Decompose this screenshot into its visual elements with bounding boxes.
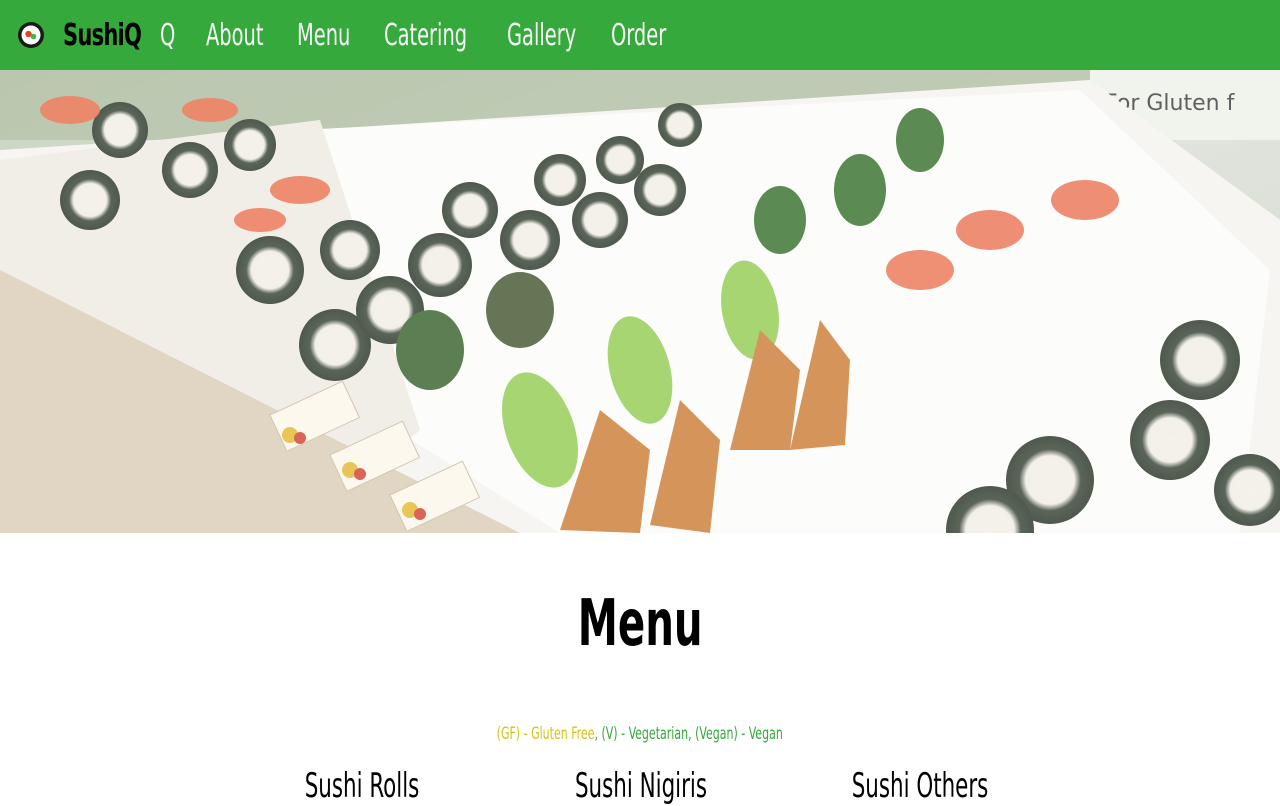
nav-item-menu[interactable]: Menu (297, 18, 350, 53)
nav-item-about[interactable]: About (206, 18, 263, 53)
dietary-legend: (GF) - Gluten Free, (V) - Vegetarian, (V… (0, 722, 1280, 746)
nav-item-gallery[interactable]: Gallery (507, 18, 576, 53)
category-heading-sushi-others: Sushi Others (851, 766, 989, 806)
nav-item-catering[interactable]: Catering (384, 18, 467, 53)
category-heading-sushi-nigiris: Sushi Nigiris (574, 766, 708, 806)
hero-overlay (0, 70, 1280, 533)
top-navbar: SushiQ Q About Menu Catering Gallery Ord… (0, 0, 1280, 70)
brand-name: SushiQ (63, 17, 142, 53)
sushi-roll-logo-icon (16, 20, 46, 50)
menu-heading: Menu (0, 592, 1280, 656)
legend-vegan: (Vegan) - Vegan (695, 724, 784, 744)
legend-gluten-free: (GF) - Gluten Free (496, 724, 595, 744)
hero-sushi-display-image: For Gluten f (0, 70, 1280, 533)
category-heading-sushi-rolls: Sushi Rolls (304, 766, 420, 806)
menu-heading-text: Menu (577, 587, 703, 661)
dietary-legend-inner: (GF) - Gluten Free, (V) - Vegetarian, (V… (497, 722, 783, 746)
nav-item-q[interactable]: Q (160, 18, 175, 53)
legend-vegetarian: (V) - Vegetarian (601, 724, 689, 744)
brand-link[interactable]: SushiQ (16, 18, 163, 53)
nav-item-order[interactable]: Order (611, 18, 666, 53)
